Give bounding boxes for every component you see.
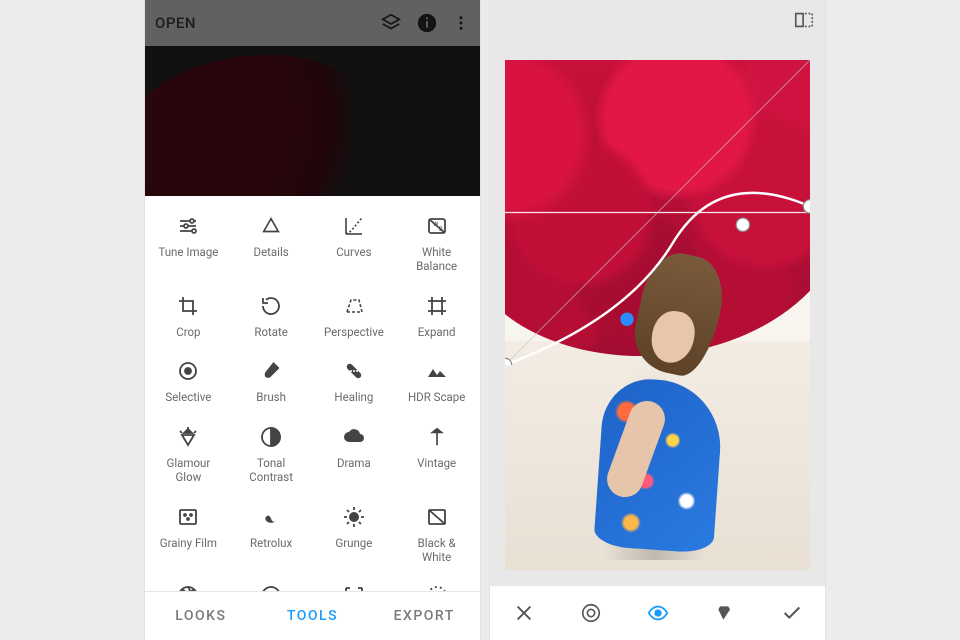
crop-icon bbox=[174, 292, 202, 320]
selective-icon bbox=[174, 357, 202, 385]
scrim-overlay bbox=[145, 0, 480, 196]
tool-label: Crop bbox=[176, 326, 200, 340]
curves-bottom-bar bbox=[490, 585, 825, 640]
tool-hdr-scape[interactable]: HDR Scape bbox=[395, 351, 478, 417]
tool-vintage[interactable]: Vintage bbox=[395, 417, 478, 497]
photo-preview bbox=[505, 60, 810, 570]
tool-label: Tune Image bbox=[158, 246, 218, 260]
tool-label: Vintage bbox=[417, 457, 456, 471]
channel-button[interactable] bbox=[705, 593, 745, 633]
tool-label: Selective bbox=[165, 391, 211, 405]
tool-label: Retrolux bbox=[250, 537, 292, 551]
tab-tools[interactable]: TOOLS bbox=[257, 592, 369, 640]
glamour-glow-icon bbox=[174, 423, 202, 451]
tool-curves[interactable]: Curves bbox=[313, 206, 396, 286]
tool-label: Grunge bbox=[335, 537, 372, 551]
tool-expand[interactable]: Expand bbox=[395, 286, 478, 352]
tool-label: Healing bbox=[334, 391, 373, 405]
bottom-tabs: LOOKS TOOLS EXPORT bbox=[145, 591, 480, 640]
tool-tonal-contrast[interactable]: Tonal Contrast bbox=[230, 417, 313, 497]
close-button[interactable] bbox=[504, 593, 544, 633]
tool-label: Expand bbox=[418, 326, 456, 340]
tool-brush[interactable]: Brush bbox=[230, 351, 313, 417]
expand-icon bbox=[423, 292, 451, 320]
rotate-icon bbox=[257, 292, 285, 320]
tool-label: Details bbox=[254, 246, 289, 260]
tool-tune-image[interactable]: Tune Image bbox=[147, 206, 230, 286]
white-balance-icon: WB bbox=[423, 212, 451, 240]
tool-label: Drama bbox=[337, 457, 371, 471]
tool-label: HDR Scape bbox=[408, 391, 465, 405]
tool-white-balance[interactable]: WB White Balance bbox=[395, 206, 478, 286]
tonal-contrast-icon bbox=[257, 423, 285, 451]
phone-tools-screen: OPEN Tune Image bbox=[145, 0, 480, 640]
tool-details[interactable]: Details bbox=[230, 206, 313, 286]
tool-label: Glamour Glow bbox=[166, 457, 210, 485]
perspective-icon bbox=[340, 292, 368, 320]
healing-icon bbox=[340, 357, 368, 385]
hdr-scape-icon bbox=[423, 357, 451, 385]
tool-label: Grainy Film bbox=[160, 537, 217, 551]
tool-drama[interactable]: Drama bbox=[313, 417, 396, 497]
tool-label: Black & White bbox=[418, 537, 456, 565]
tool-label: Tonal Contrast bbox=[249, 457, 293, 485]
tool-selective[interactable]: Selective bbox=[147, 351, 230, 417]
tool-label: Perspective bbox=[324, 326, 384, 340]
grunge-icon bbox=[340, 503, 368, 531]
tool-black-white[interactable]: Black & White bbox=[395, 497, 478, 577]
tool-healing[interactable]: Healing bbox=[313, 351, 396, 417]
compare-icon[interactable] bbox=[793, 9, 815, 31]
histogram-button[interactable] bbox=[571, 593, 611, 633]
tool-glamour-glow[interactable]: Glamour Glow bbox=[147, 417, 230, 497]
tool-label: Curves bbox=[336, 246, 371, 260]
tool-label: White Balance bbox=[416, 246, 457, 274]
tools-grid: Tune Image Details Curves WB White Balan… bbox=[145, 196, 480, 592]
tool-label: Brush bbox=[256, 391, 286, 405]
black-white-icon bbox=[423, 503, 451, 531]
retrolux-icon bbox=[257, 503, 285, 531]
vintage-icon bbox=[423, 423, 451, 451]
brush-icon bbox=[257, 357, 285, 385]
svg-text:B: B bbox=[439, 226, 443, 233]
curves-canvas[interactable] bbox=[505, 60, 810, 570]
tab-looks[interactable]: LOOKS bbox=[145, 592, 257, 640]
tool-perspective[interactable]: Perspective bbox=[313, 286, 396, 352]
grainy-film-icon bbox=[174, 503, 202, 531]
curves-icon bbox=[340, 212, 368, 240]
drama-icon bbox=[340, 423, 368, 451]
curves-topbar bbox=[490, 0, 825, 40]
phone-curves-screen bbox=[490, 0, 825, 640]
tool-retrolux[interactable]: Retrolux bbox=[230, 497, 313, 577]
tool-crop[interactable]: Crop bbox=[147, 286, 230, 352]
tab-export[interactable]: EXPORT bbox=[368, 592, 480, 640]
visibility-button[interactable] bbox=[638, 593, 678, 633]
tool-rotate[interactable]: Rotate bbox=[230, 286, 313, 352]
confirm-button[interactable] bbox=[772, 593, 812, 633]
tool-label: Rotate bbox=[254, 326, 288, 340]
tune-icon bbox=[174, 212, 202, 240]
tool-grainy-film[interactable]: Grainy Film bbox=[147, 497, 230, 577]
details-icon bbox=[257, 212, 285, 240]
tool-grunge[interactable]: Grunge bbox=[313, 497, 396, 577]
